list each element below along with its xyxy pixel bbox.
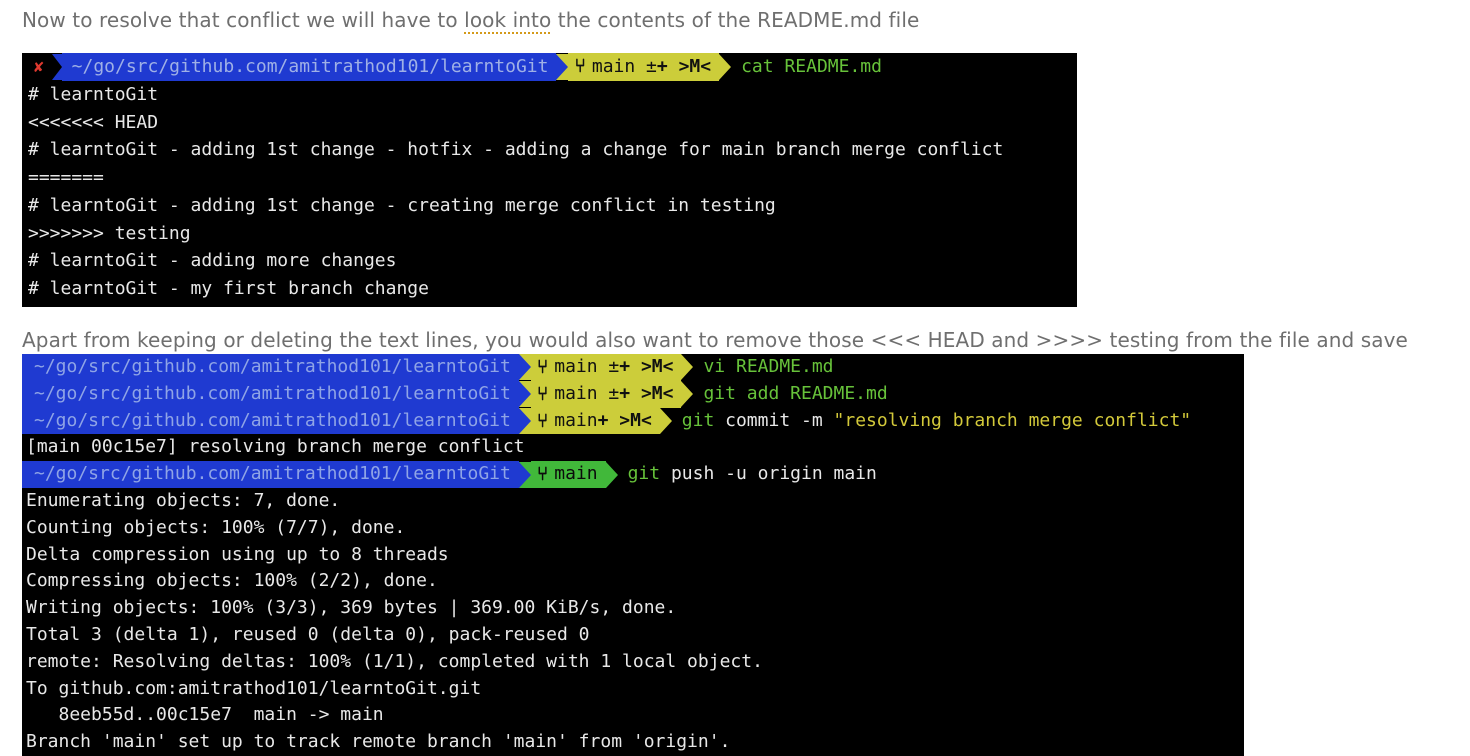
prompt-path: ~/go/src/github.com/amitrathod101/learnt… xyxy=(61,53,557,81)
output-line: <<<<<<< HEAD xyxy=(28,111,159,133)
prompt-path: ~/go/src/github.com/amitrathod101/learnt… xyxy=(22,407,519,435)
prompt-path: ~/go/src/github.com/amitrathod101/learnt… xyxy=(22,461,519,488)
prompt-branch: ⑂ main ± + >M< xyxy=(568,53,720,81)
command-text: git commit -m "resolving branch merge co… xyxy=(672,408,1191,435)
output-line: remote: Resolving deltas: 100% (1/1), co… xyxy=(26,650,763,672)
commit-message-string: "resolving branch merge conflict" xyxy=(833,409,1192,431)
branch-name: main ± xyxy=(554,382,620,404)
command-name: git xyxy=(681,409,715,431)
prompt-line: ~/go/src/github.com/amitrathod101/learnt… xyxy=(22,380,1244,408)
output-line: To github.com:amitrathod101/learntoGit.g… xyxy=(26,677,482,699)
prompt-line: ~/go/src/github.com/amitrathod101/learnt… xyxy=(22,461,1244,488)
output-line: # learntoGit - my first branch change xyxy=(28,278,429,299)
segment-separator-icon xyxy=(605,461,618,488)
prompt-path: ~/go/src/github.com/amitrathod101/learnt… xyxy=(22,380,519,408)
output-line: Total 3 (delta 1), reused 0 (delta 0), p… xyxy=(26,623,590,645)
output-line: # learntoGit - adding 1st change - hotfi… xyxy=(28,139,1004,161)
error-status-icon: ✘ xyxy=(22,53,52,81)
command-name: git xyxy=(703,382,736,404)
command-name: git xyxy=(627,463,661,485)
command-text: cat README.md xyxy=(741,56,882,77)
command-name: vi xyxy=(703,356,726,377)
prompt-branch: ⑂ main + >M< xyxy=(530,407,660,435)
branch-flags: + >M< xyxy=(619,382,674,404)
segment-separator-icon xyxy=(719,53,732,80)
git-branch-icon: ⑂ xyxy=(536,356,549,378)
output-line: Enumerating objects: 7, done. xyxy=(26,489,341,511)
command-args: add README.md xyxy=(735,382,888,404)
segment-separator-icon xyxy=(681,354,694,381)
output-line: # learntoGit - adding 1st change - creat… xyxy=(28,194,776,216)
segment-separator-icon xyxy=(518,407,531,434)
instruction-text-1-start: Now to resolve that conflict we will hav… xyxy=(22,8,465,32)
git-branch-icon: ⑂ xyxy=(574,55,586,77)
command-args: commit -m xyxy=(714,409,834,431)
command-text: git push -u origin main xyxy=(618,461,877,488)
prompt-line: ~/go/src/github.com/amitrathod101/learnt… xyxy=(22,407,1244,435)
instruction-text-1-end: the contents of the README.md file xyxy=(551,8,920,32)
segment-separator-icon xyxy=(556,53,569,80)
segment-separator-icon xyxy=(518,381,531,408)
output-line: ======= xyxy=(28,167,104,188)
prompt-branch: ⑂ main xyxy=(530,461,606,488)
terminal-resolve-and-push: ~/go/src/github.com/amitrathod101/learnt… xyxy=(22,354,1244,756)
segment-separator-icon xyxy=(681,381,694,408)
command-args: README.md xyxy=(725,356,834,377)
branch-name: main xyxy=(554,409,598,431)
prompt-branch: ⑂ main ± + >M< xyxy=(530,354,682,381)
terminal-cat-readme: ✘ ~/go/src/github.com/amitrathod101/lear… xyxy=(22,53,1077,307)
prompt-line: ✘ ~/go/src/github.com/amitrathod101/lear… xyxy=(22,53,1077,81)
output-line: Compressing objects: 100% (2/2), done. xyxy=(26,570,438,592)
commit-result-line: [main 00c15e7] resolving branch merge co… xyxy=(26,436,525,458)
prompt-branch: ⑂ main ± + >M< xyxy=(530,380,682,408)
segment-separator-icon xyxy=(518,354,531,381)
git-branch-icon: ⑂ xyxy=(536,382,549,405)
command-text: git add README.md xyxy=(693,381,887,408)
output-line: Counting objects: 100% (7/7), done. xyxy=(26,516,406,538)
prompt-path: ~/go/src/github.com/amitrathod101/learnt… xyxy=(22,354,519,381)
prompt-line: ~/go/src/github.com/amitrathod101/learnt… xyxy=(22,354,1244,381)
command-args: push -u origin main xyxy=(660,463,877,485)
command-text: vi README.md xyxy=(693,354,833,381)
output-line: Branch 'main' set up to track remote bra… xyxy=(26,731,731,753)
branch-flags: + >M< xyxy=(656,56,712,77)
output-line: 8eeb55d..00c15e7 main -> main xyxy=(26,704,384,726)
segment-separator-icon xyxy=(659,407,672,434)
branch-name: main ± xyxy=(591,56,657,77)
instruction-text-2: Apart from keeping or deleting the text … xyxy=(22,328,1408,352)
instruction-text-1: Now to resolve that conflict we will hav… xyxy=(22,8,919,32)
output-line: # learntoGit xyxy=(28,83,159,105)
branch-flags: + >M< xyxy=(597,409,652,431)
git-branch-icon: ⑂ xyxy=(536,409,549,432)
output-line: >>>>>>> testing xyxy=(28,222,191,244)
output-line: Writing objects: 100% (3/3), 369 bytes |… xyxy=(26,597,677,619)
output-line: # learntoGit - adding more changes xyxy=(28,250,397,272)
branch-flags: + >M< xyxy=(619,356,674,377)
spellcheck-underlined-text: look into xyxy=(464,8,552,32)
segment-separator-icon xyxy=(518,461,531,488)
segment-separator-icon xyxy=(51,53,62,80)
git-branch-icon: ⑂ xyxy=(536,463,549,486)
output-line: Delta compression using up to 8 threads xyxy=(26,543,449,565)
branch-name: main ± xyxy=(554,356,620,377)
branch-name: main xyxy=(554,463,598,485)
